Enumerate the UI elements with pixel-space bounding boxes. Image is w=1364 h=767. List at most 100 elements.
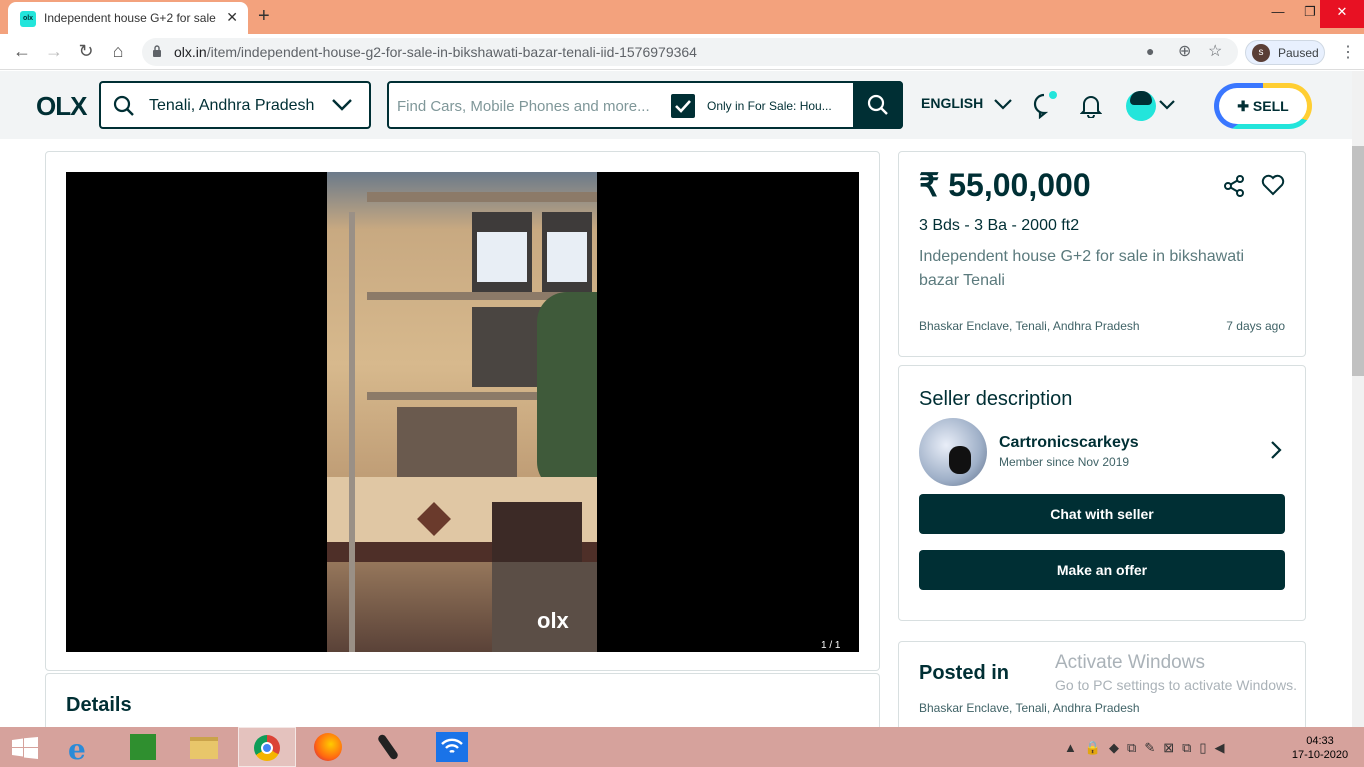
hanging-cloth bbox=[547, 232, 587, 282]
chrome-center bbox=[261, 742, 273, 754]
olx-favicon-icon: olx bbox=[20, 11, 36, 27]
store-bag bbox=[130, 734, 156, 760]
address-bar-row: ← → ↻ ⌂ olx.in/item/independent-house-g2… bbox=[0, 34, 1364, 70]
chat-with-seller-button[interactable]: Chat with seller bbox=[919, 494, 1285, 534]
check-icon bbox=[675, 100, 691, 113]
menu-kebab-icon[interactable]: ⋮ bbox=[1340, 42, 1356, 62]
notification-bell-icon[interactable] bbox=[1080, 94, 1102, 118]
window-close-button[interactable]: ✕ bbox=[1320, 0, 1364, 28]
activate-windows-subtitle: Go to PC settings to activate Windows. bbox=[1055, 677, 1297, 693]
firefox-icon[interactable] bbox=[300, 727, 356, 767]
car-key-image bbox=[949, 446, 971, 474]
listing-photo[interactable]: olx bbox=[327, 172, 597, 652]
roof-ledge bbox=[367, 192, 597, 202]
start-button[interactable] bbox=[0, 727, 56, 767]
sell-label: SELL bbox=[1252, 98, 1289, 114]
wifi-icon bbox=[441, 738, 463, 754]
folder-shape bbox=[190, 737, 218, 759]
language-label: ENGLISH bbox=[921, 95, 984, 111]
scrollbar-thumb[interactable] bbox=[1352, 146, 1364, 376]
microphone-app-icon[interactable] bbox=[360, 727, 416, 767]
firefox-logo bbox=[314, 733, 342, 761]
only-in-label: Only in For Sale: Hou... bbox=[707, 99, 832, 113]
omnibox[interactable]: olx.in/item/independent-house-g2-for-sal… bbox=[142, 38, 1238, 66]
price: ₹ 55,00,000 bbox=[919, 167, 1091, 203]
browser-tab-bar: olx Independent house G+2 for sale ✕ + —… bbox=[0, 0, 1364, 34]
seller-avatar[interactable] bbox=[919, 418, 987, 486]
balcony bbox=[397, 407, 517, 477]
price-card: ₹ 55,00,000 3 Bds - 3 Ba - 2000 ft2 Inde… bbox=[898, 151, 1306, 357]
site-header: OLX Tenali, Andhra Pradesh Find Cars, Mo… bbox=[0, 71, 1352, 139]
favorite-heart-icon[interactable] bbox=[1261, 174, 1285, 196]
photo-counter: 1 / 1 bbox=[821, 640, 841, 651]
clock-date: 17-10-2020 bbox=[1291, 749, 1349, 761]
search-icon bbox=[867, 94, 888, 115]
details-heading: Details bbox=[66, 694, 132, 716]
share-icon[interactable] bbox=[1222, 174, 1246, 198]
chevron-right-icon[interactable] bbox=[1269, 440, 1283, 460]
posted-in-location: Bhaskar Enclave, Tenali, Andhra Pradesh bbox=[919, 701, 1140, 715]
chevron-down-icon[interactable] bbox=[1158, 99, 1176, 111]
tree bbox=[537, 292, 597, 492]
search-box[interactable]: Find Cars, Mobile Phones and more... Onl… bbox=[387, 81, 903, 129]
chrome-taskbar-icon[interactable] bbox=[238, 727, 296, 767]
file-explorer-icon[interactable] bbox=[176, 727, 232, 767]
windows-logo-icon bbox=[12, 737, 38, 759]
photo-viewer[interactable]: olx 1 / 1 bbox=[66, 172, 859, 652]
avatar-hair bbox=[1130, 91, 1152, 105]
reload-icon[interactable]: ↻ bbox=[76, 41, 96, 61]
only-in-checkbox[interactable] bbox=[671, 94, 695, 118]
posted-date: 7 days ago bbox=[1226, 319, 1285, 333]
add-icon[interactable]: ⊕ bbox=[1178, 41, 1191, 61]
search-button[interactable] bbox=[853, 81, 903, 129]
profile-status: Paused bbox=[1278, 46, 1319, 60]
taskbar-clock[interactable]: 04:33 17-10-2020 bbox=[1290, 734, 1350, 762]
electric-pole bbox=[349, 212, 355, 652]
location-text: Tenali, Andhra Pradesh bbox=[149, 97, 315, 114]
chat-icon[interactable] bbox=[1031, 91, 1059, 119]
chrome-logo bbox=[254, 735, 280, 761]
posted-in-heading: Posted in bbox=[919, 662, 1010, 684]
internet-explorer-icon[interactable]: e bbox=[56, 727, 112, 767]
bookmark-star-icon[interactable]: ☆ bbox=[1208, 41, 1222, 61]
system-tray-icons[interactable]: ▲🔒◆⧉✎⊠⧉▯◀ bbox=[1064, 740, 1233, 756]
hanging-cloth bbox=[477, 232, 527, 282]
listing-location: Bhaskar Enclave, Tenali, Andhra Pradesh bbox=[919, 319, 1140, 333]
profile-button[interactable]: s Paused bbox=[1245, 40, 1325, 65]
location-selector[interactable]: Tenali, Andhra Pradesh bbox=[99, 81, 371, 129]
olx-logo[interactable]: OLX bbox=[36, 91, 87, 122]
member-since: Member since Nov 2019 bbox=[999, 455, 1130, 469]
new-tab-button[interactable]: + bbox=[258, 5, 270, 28]
chevron-down-icon bbox=[332, 99, 352, 111]
location-pin-icon[interactable]: ● bbox=[1146, 43, 1154, 59]
forward-icon[interactable]: → bbox=[44, 41, 64, 61]
user-avatar[interactable] bbox=[1126, 91, 1156, 121]
search-input[interactable]: Find Cars, Mobile Phones and more... bbox=[397, 98, 650, 115]
url-host: olx.in bbox=[174, 44, 207, 60]
home-icon[interactable]: ⌂ bbox=[108, 41, 128, 61]
language-selector[interactable]: ENGLISH bbox=[921, 95, 1013, 111]
lock-icon bbox=[153, 45, 161, 57]
seller-name[interactable]: Cartronicscarkeys bbox=[999, 434, 1139, 452]
activate-windows-title: Activate Windows bbox=[1055, 652, 1205, 673]
avatar: s bbox=[1252, 44, 1270, 62]
back-icon[interactable]: ← bbox=[12, 41, 32, 61]
url-path: /item/independent-house-g2-for-sale-in-b… bbox=[206, 44, 697, 60]
ie-glyph: e bbox=[68, 733, 86, 766]
search-icon bbox=[113, 95, 134, 116]
sell-button[interactable]: ✚ SELL bbox=[1214, 83, 1312, 129]
windows-taskbar: e ▲🔒◆⧉✎⊠⧉▯◀ 04:33 17-10-2020 bbox=[0, 727, 1364, 767]
make-offer-button[interactable]: Make an offer bbox=[919, 550, 1285, 590]
wifi-app-icon[interactable] bbox=[424, 727, 480, 767]
gate bbox=[492, 502, 582, 562]
browser-tab[interactable]: olx Independent house G+2 for sale ✕ bbox=[8, 2, 248, 34]
tab-close-icon[interactable]: ✕ bbox=[226, 9, 238, 26]
chevron-down-icon bbox=[994, 99, 1012, 110]
microphone-glyph bbox=[376, 733, 400, 761]
tab-title: Independent house G+2 for sale bbox=[44, 11, 216, 25]
seller-heading: Seller description bbox=[919, 388, 1073, 410]
clock-time: 04:33 bbox=[1306, 735, 1334, 747]
listing-title: Independent house G+2 for sale in biksha… bbox=[919, 248, 1245, 289]
store-icon[interactable] bbox=[116, 727, 172, 767]
steps bbox=[492, 562, 597, 652]
